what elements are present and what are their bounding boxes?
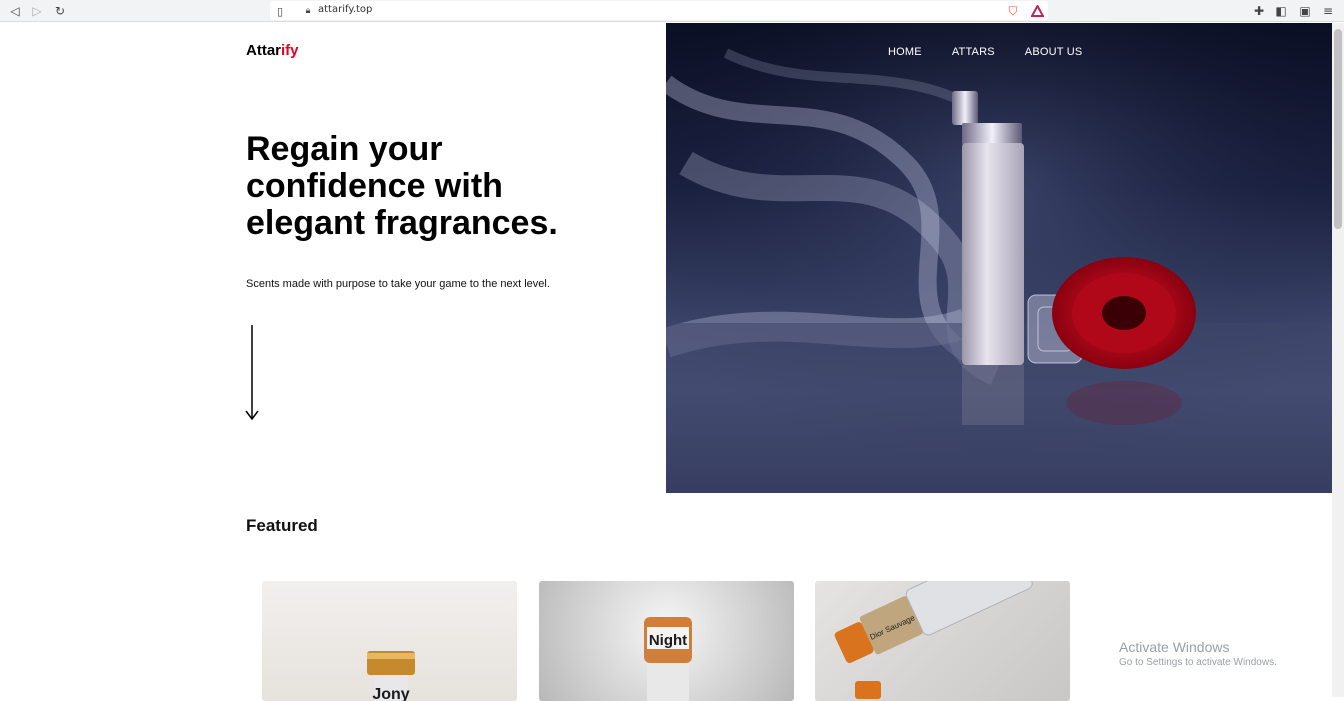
product-card-dior-sauvage[interactable]: Dior Sauvage	[815, 581, 1070, 701]
lock-icon[interactable]: 🔒︎	[300, 3, 316, 19]
reload-icon[interactable]: ↻	[52, 3, 68, 19]
browser-toolbar: ◁ ▷ ↻ ▯ 🔒︎ attarify.top ⛉ ✚ ◧ ▣ ≡	[0, 0, 1344, 22]
product-image: Jony	[367, 651, 415, 701]
site-logo[interactable]: Attarify	[246, 42, 299, 59]
page: Attarify Regain your confidence with ele…	[0, 23, 1332, 701]
forward-icon[interactable]: ▷	[29, 3, 45, 19]
featured-heading: Featured	[246, 516, 318, 535]
hero-image: HOME ATTARS ABOUT US	[666, 23, 1332, 493]
windows-activation-watermark: Activate Windows Go to Settings to activ…	[1119, 639, 1277, 668]
hero-subtitle: Scents made with purpose to take your ga…	[246, 278, 550, 290]
product-label-text: Night	[649, 632, 687, 649]
page-scrollbar[interactable]	[1332, 23, 1344, 697]
hero-title: Regain your confidence with elegant frag…	[246, 130, 558, 242]
product-card-night[interactable]: Night	[539, 581, 794, 701]
nav-about-us[interactable]: ABOUT US	[1025, 46, 1083, 58]
product-image: Night	[644, 617, 692, 701]
url-text[interactable]: attarify.top	[318, 4, 372, 15]
address-bar[interactable]	[270, 1, 1048, 20]
watermark-subtitle: Go to Settings to activate Windows.	[1119, 657, 1277, 668]
bottle-cap	[952, 91, 978, 125]
nav-attars[interactable]: ATTARS	[952, 46, 995, 58]
logo-main: Attar	[246, 42, 282, 59]
product-card-jony[interactable]: Jony	[262, 581, 517, 701]
watermark-title: Activate Windows	[1119, 639, 1230, 655]
sidebar-icon[interactable]: ◧	[1273, 3, 1289, 19]
wallet-icon[interactable]: ▣	[1297, 3, 1313, 19]
extensions-icon[interactable]: ✚	[1251, 3, 1267, 19]
menu-icon[interactable]: ≡	[1320, 3, 1336, 19]
product-image: Dior Sauvage	[834, 581, 1033, 699]
product-label-text: Jony	[372, 686, 409, 701]
scrollbar-thumb[interactable]	[1334, 29, 1342, 229]
rewards-icon[interactable]	[1029, 3, 1045, 19]
bookmark-icon[interactable]: ▯	[272, 3, 288, 19]
scroll-down-arrow-icon[interactable]	[244, 325, 260, 421]
back-icon[interactable]: ◁	[7, 3, 23, 19]
main-nav: HOME ATTARS ABOUT US	[888, 46, 1082, 58]
nav-home[interactable]: HOME	[888, 46, 922, 58]
logo-accent: ify	[281, 42, 299, 59]
red-flower	[1052, 257, 1196, 369]
perfume-scene-illustration	[666, 23, 1332, 493]
brave-shield-icon[interactable]: ⛉	[1005, 3, 1021, 19]
perfume-bottle	[962, 143, 1024, 365]
